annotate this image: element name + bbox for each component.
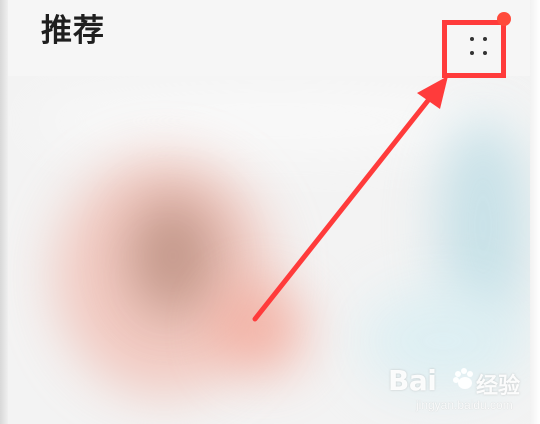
highlight-box — [442, 20, 506, 78]
blurred-content — [128, 196, 218, 316]
grid-dots-icon[interactable] — [470, 37, 490, 59]
left-edge-shadow — [0, 0, 8, 424]
blurred-content — [358, 286, 528, 396]
page-title: 推荐 — [41, 13, 105, 49]
grid-dot — [483, 51, 487, 55]
content-area — [8, 76, 530, 424]
grid-dot — [470, 51, 474, 55]
blurred-content — [218, 286, 308, 376]
right-edge-shadow — [530, 0, 540, 424]
notification-badge — [497, 12, 511, 26]
grid-dot — [483, 37, 487, 41]
app-frame: 推荐 Bai 经验 jingyan.baidu.com — [0, 0, 540, 424]
grid-dot — [470, 37, 474, 41]
